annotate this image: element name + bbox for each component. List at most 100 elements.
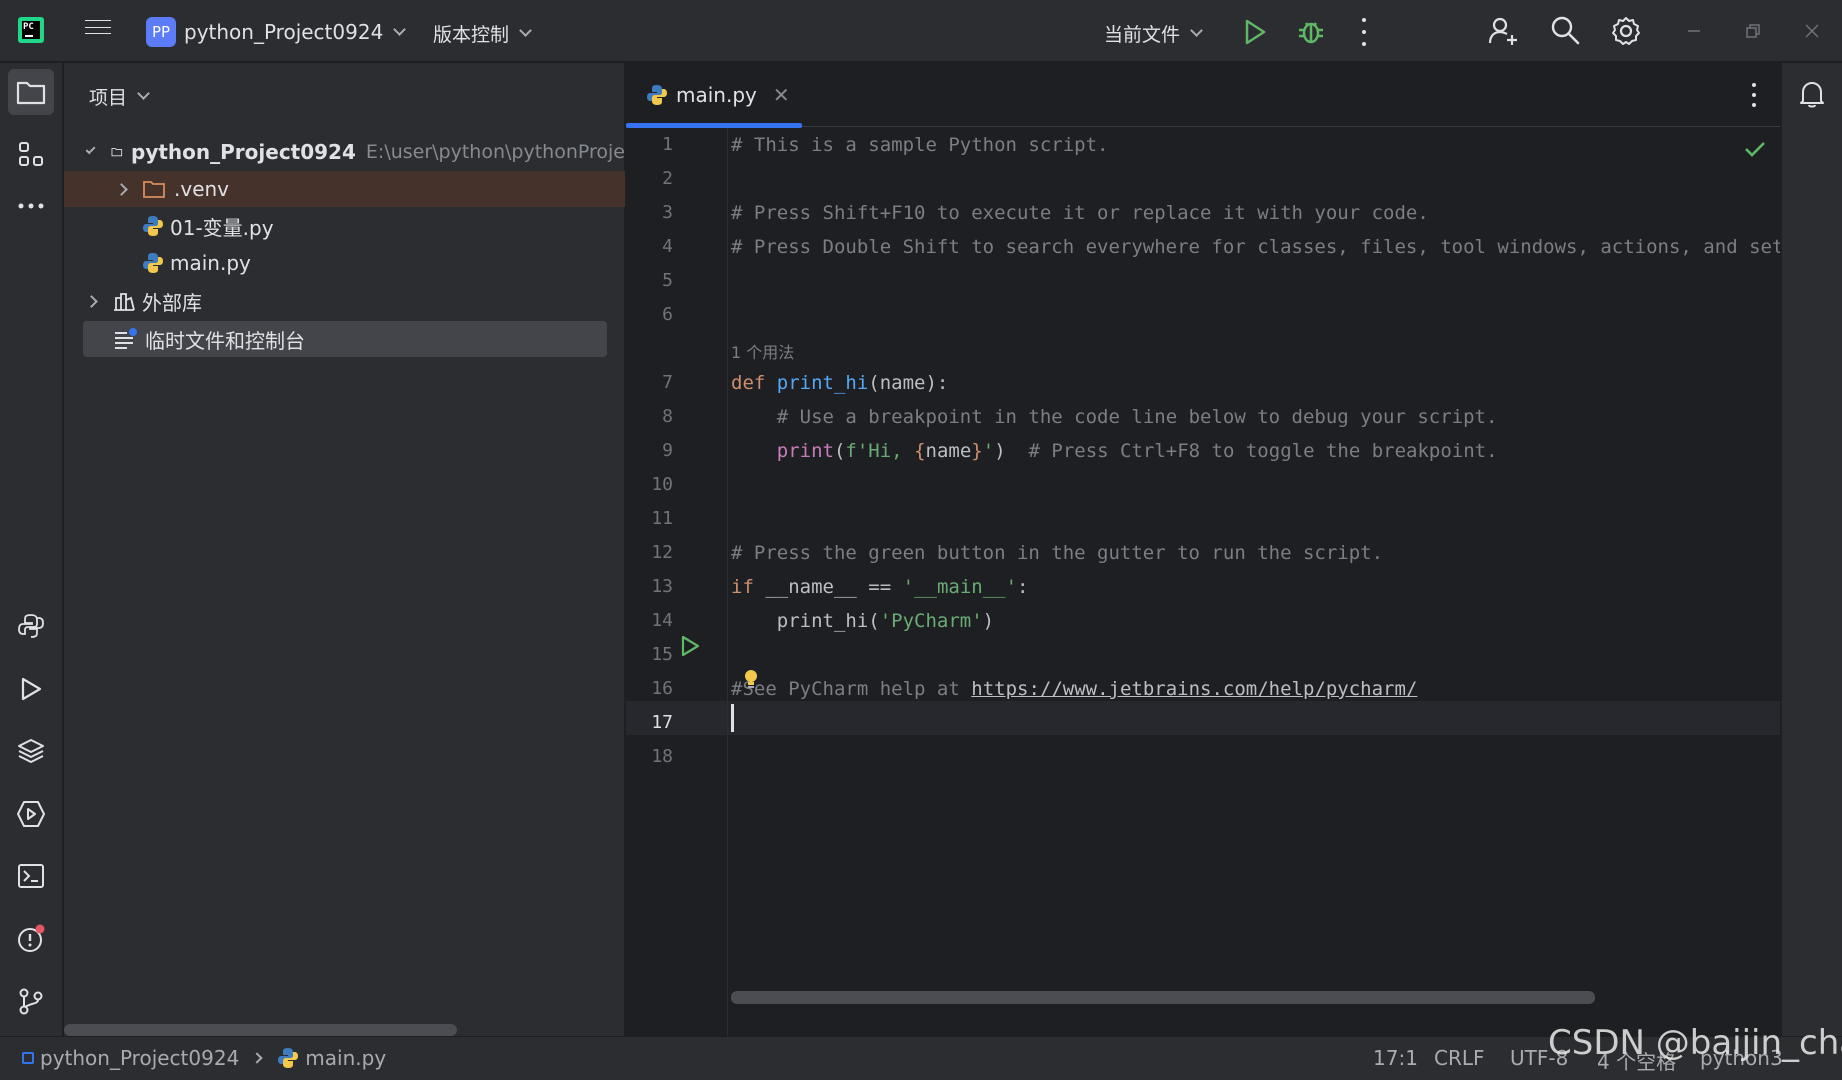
code-line-9[interactable]: print(f'Hi, {name}') # Press Ctrl+F8 to … [731,440,1498,462]
chevron-down-icon [393,22,407,36]
editor-tab-bar: main.py ✕ [626,63,1780,128]
tree-item-venv[interactable]: .venv [64,171,625,207]
expand-arrow-icon[interactable] [115,182,128,196]
tree-item-label: 01-变量.py [170,215,274,240]
line-number: 4 [662,236,673,257]
project-switcher[interactable]: python_Project0924 [184,20,407,44]
code-line-4[interactable]: # Press Double Shift to search everywher… [731,236,1780,258]
tree-item-file[interactable]: main.py [64,245,625,281]
no-problems-check-icon[interactable] [1744,140,1766,162]
project-tool-button[interactable] [8,69,54,115]
run-button[interactable] [1243,19,1267,45]
python-file-icon [278,1048,299,1068]
terminal-icon [18,864,44,888]
module-icon [22,1052,34,1064]
right-tool-stripe [1781,63,1842,1036]
minimize-button[interactable] [1677,14,1711,48]
main-menu-icon[interactable] [85,20,111,40]
python-packages-button[interactable] [8,728,54,774]
tree-item-label: 临时文件和控制台 [145,328,305,353]
tab-actions-icon[interactable] [1750,83,1758,107]
debug-button[interactable] [1297,17,1325,45]
code-line-3[interactable]: # Press Shift+F10 to execute it or repla… [731,202,1429,224]
breadcrumb-file[interactable]: main.py [305,1046,386,1070]
usages-inlay-hint[interactable]: 1 个用法 [731,339,794,363]
gutter-run-button[interactable] [680,635,700,661]
vcs-menu[interactable]: 版本控制 [433,20,532,47]
python-file-icon [143,216,163,236]
code-line-7[interactable]: def print_hi(name): [731,372,948,394]
breadcrumb-project[interactable]: python_Project0924 [40,1046,239,1070]
project-badge[interactable]: PP [146,17,176,47]
git-branch-icon [19,988,43,1015]
line-number: 7 [662,372,673,393]
python-file-icon [143,253,163,273]
close-window-button[interactable] [1795,14,1829,48]
minimize-icon [1688,30,1700,32]
root-project-name: python_Project0924 [131,140,356,164]
code-line-13[interactable]: if __name__ == '__main__': [731,576,1028,598]
tree-item-scratches[interactable]: 临时文件和控制台 [83,321,607,357]
text-caret [731,704,734,732]
logo-text: PC [23,22,34,32]
code-line-8[interactable]: # Use a breakpoint in the code line belo… [731,406,1498,428]
settings-button[interactable] [1610,15,1642,47]
line-number: 12 [651,542,673,563]
line-number: 16 [651,678,673,699]
caret-position[interactable]: 17:1 [1373,1046,1418,1070]
line-separator[interactable]: CRLF [1434,1046,1485,1070]
line-number: 11 [651,508,673,529]
tree-item-label: 外部库 [142,290,202,315]
more-actions-icon[interactable] [1356,18,1372,46]
run-tool-button[interactable] [8,666,54,712]
python-icon [18,614,44,638]
editor-horizontal-scrollbar[interactable] [731,991,1595,1004]
layers-icon [18,739,44,763]
expand-arrow-icon[interactable] [85,294,98,308]
code-line-12[interactable]: # Press the green button in the gutter t… [731,542,1383,564]
project-panel-scrollbar[interactable] [64,1024,457,1036]
close-tab-icon[interactable]: ✕ [773,83,790,107]
project-view-selector[interactable]: 项目 [89,83,150,110]
line-number: 3 [662,202,673,223]
tree-item-external-libraries[interactable]: 外部库 [64,283,625,319]
expand-arrow-icon[interactable] [85,144,96,155]
line-number: 18 [651,746,673,767]
problems-tool-button[interactable] [8,916,54,962]
pycharm-window: PC PP python_Project0924 版本控制 当前文件 项目 py… [0,0,1842,1080]
notifications-button[interactable] [1797,79,1827,113]
title-bar: PC PP python_Project0924 版本控制 当前文件 [0,0,1842,62]
intention-bulb-icon[interactable] [743,669,759,695]
restore-button[interactable] [1736,14,1770,48]
left-tool-stripe [0,63,63,1036]
code-line-14[interactable]: print_hi('PyCharm') [731,610,994,632]
terminal-tool-button[interactable] [8,853,54,899]
close-icon [1805,24,1819,38]
more-tools-icon[interactable] [8,183,54,229]
line-number: 15 [651,644,673,665]
services-tool-button[interactable] [8,791,54,837]
add-user-button[interactable] [1487,15,1519,47]
search-everywhere-button[interactable] [1550,15,1580,45]
tab-label: main.py [676,83,757,107]
help-link[interactable]: https://www.jetbrains.com/help/pycharm/ [971,678,1417,700]
run-icon [1245,19,1266,45]
services-icon [17,801,45,827]
structure-tool-button[interactable] [8,131,54,177]
line-number: 9 [662,440,673,461]
run-config-selector[interactable]: 当前文件 [1104,20,1203,47]
pycharm-logo[interactable]: PC [18,17,44,43]
bell-icon [1800,82,1824,108]
code-line-16[interactable]: #See PyCharm help at https://www.jetbrai… [731,678,1417,700]
git-tool-button[interactable] [8,978,54,1024]
tree-item-file[interactable]: 01-变量.py [64,208,625,244]
python-console-button[interactable] [8,603,54,649]
line-number: 1 [662,134,673,155]
chevron-down-icon [519,24,532,37]
tree-root-node[interactable]: python_Project0924 E:\user\python\python… [64,134,625,170]
line-number: 2 [662,168,673,189]
tab-main-py[interactable]: main.py ✕ [626,63,802,128]
code-line-1[interactable]: # This is a sample Python script. [731,134,1109,156]
line-number: 8 [662,406,673,427]
search-icon [1551,16,1580,45]
